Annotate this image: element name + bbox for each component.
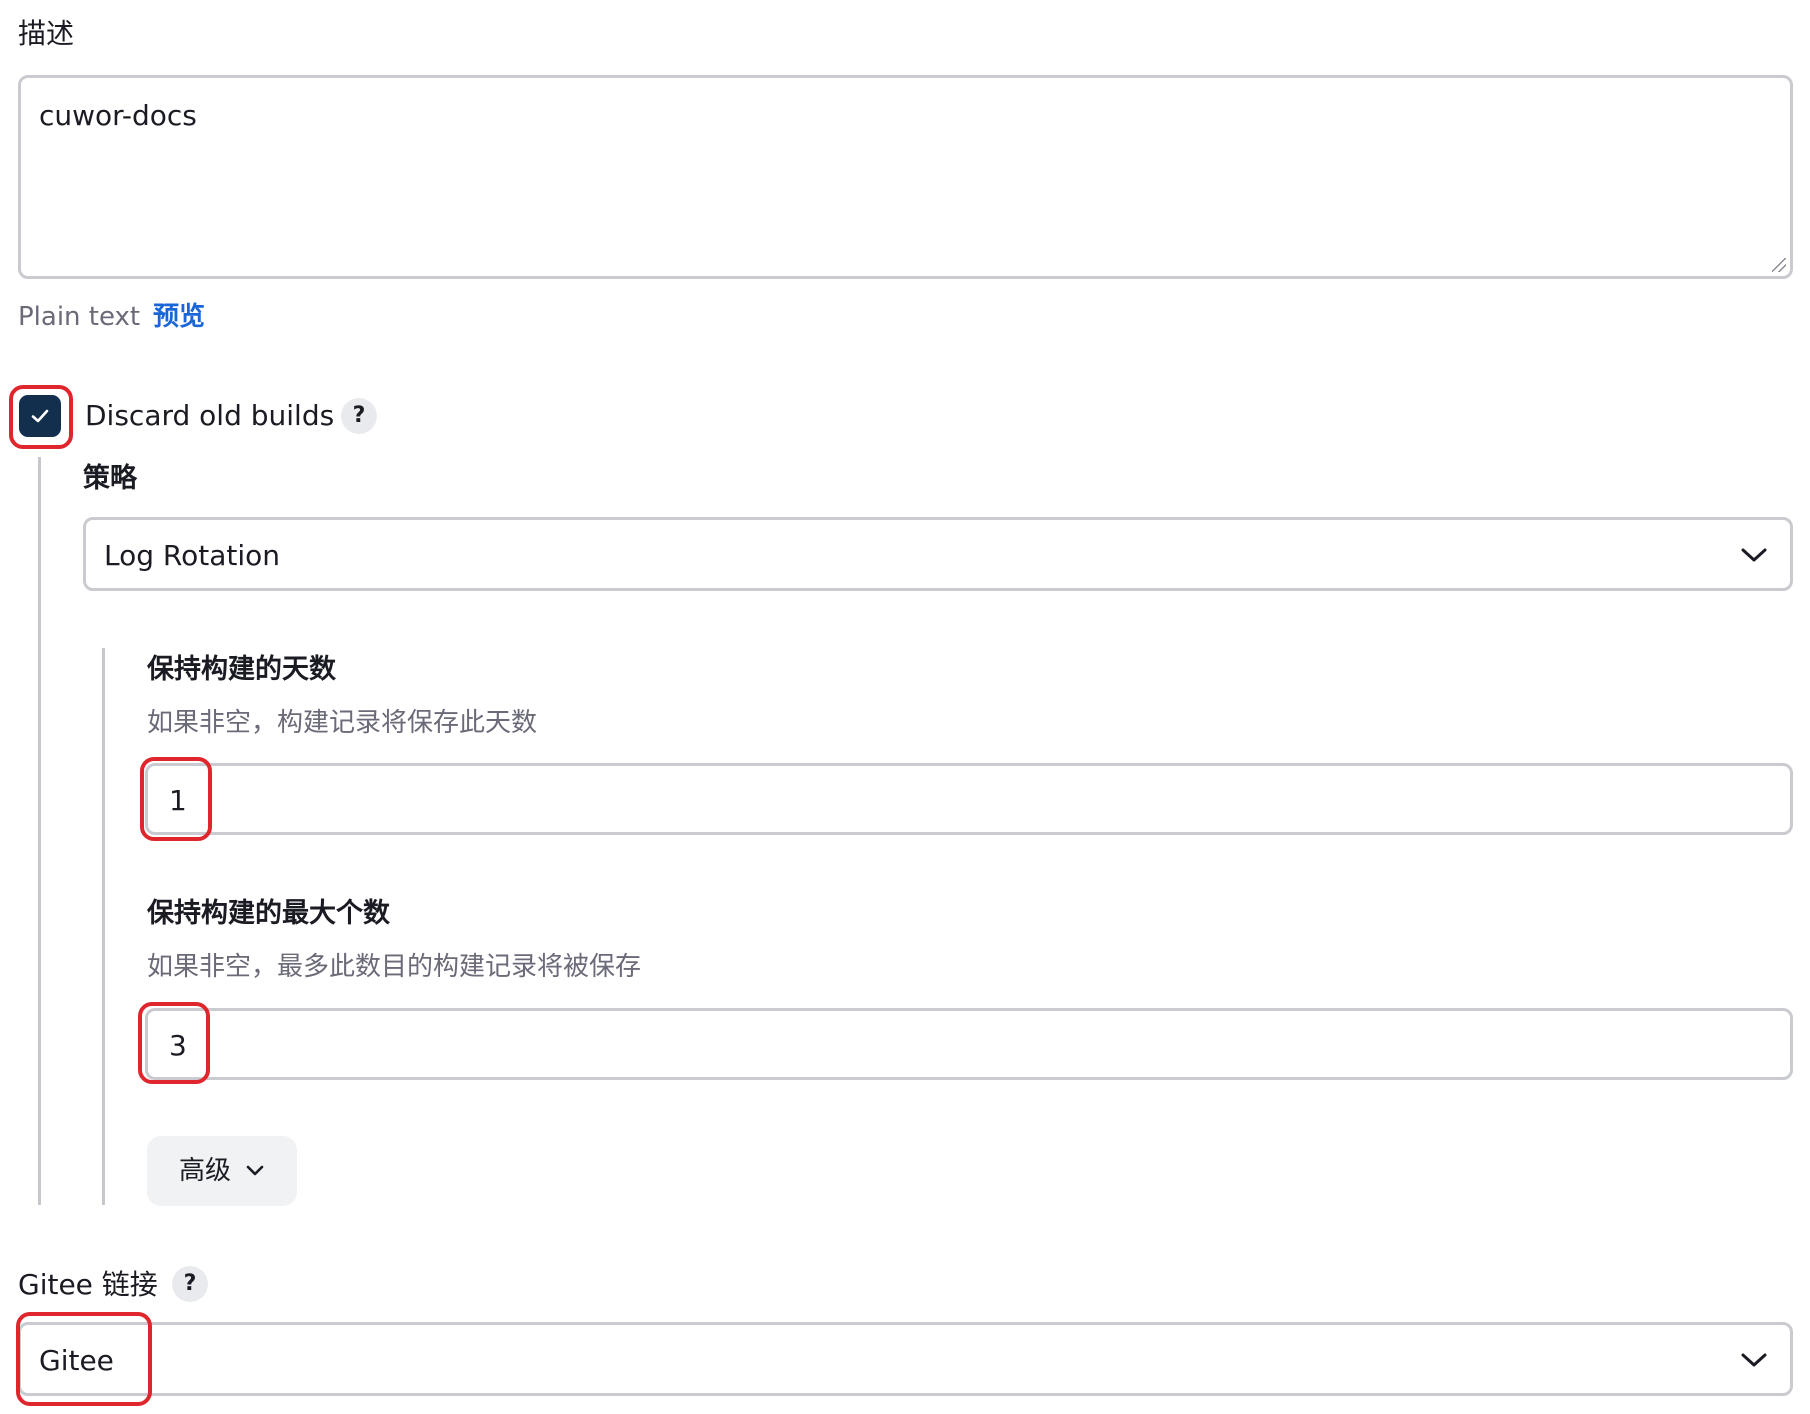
- days-to-keep-value: 1: [169, 784, 187, 817]
- strategy-label: 策略: [83, 463, 137, 494]
- description-value: cuwor-docs: [39, 99, 197, 132]
- chevron-down-icon: [1741, 548, 1767, 562]
- gitee-help-icon[interactable]: ?: [172, 1266, 208, 1302]
- max-builds-help: 如果非空，最多此数目的构建记录将被保存: [147, 952, 642, 982]
- description-label: 描述: [18, 17, 75, 50]
- days-to-keep-label: 保持构建的天数: [147, 654, 336, 685]
- strategy-selected: Log Rotation: [104, 539, 281, 572]
- max-builds-input[interactable]: 3: [145, 1008, 1793, 1080]
- description-textarea[interactable]: cuwor-docs: [18, 75, 1793, 279]
- max-builds-value: 3: [169, 1029, 187, 1062]
- chevron-down-icon: [1741, 1353, 1767, 1367]
- advanced-label: 高级: [178, 1156, 231, 1186]
- format-label: Plain text: [18, 302, 141, 332]
- discard-help-glyph: ?: [352, 403, 366, 428]
- log-rotation-rule: [102, 648, 105, 1205]
- checkmark-icon: [31, 409, 49, 423]
- discard-old-builds-checkbox[interactable]: [19, 395, 61, 437]
- gitee-help-glyph: ?: [183, 1271, 197, 1296]
- advanced-button[interactable]: 高级: [147, 1136, 297, 1206]
- strategy-select[interactable]: Log Rotation: [83, 517, 1793, 591]
- discard-old-builds-label: Discard old builds: [85, 399, 335, 432]
- days-to-keep-input[interactable]: 1: [145, 763, 1793, 835]
- gitee-connection-selected: Gitee: [39, 1344, 114, 1377]
- days-to-keep-help: 如果非空，构建记录将保存此天数: [147, 708, 538, 738]
- max-builds-label: 保持构建的最大个数: [147, 898, 390, 929]
- gitee-connection-label: Gitee 链接: [18, 1268, 158, 1301]
- preview-link[interactable]: 预览: [153, 304, 205, 330]
- gitee-connection-select[interactable]: Gitee: [18, 1322, 1793, 1396]
- discard-section-rule: [38, 457, 41, 1205]
- chevron-down-icon: [246, 1165, 264, 1176]
- discard-help-icon[interactable]: ?: [341, 398, 377, 434]
- resize-grip-icon[interactable]: [1772, 258, 1786, 272]
